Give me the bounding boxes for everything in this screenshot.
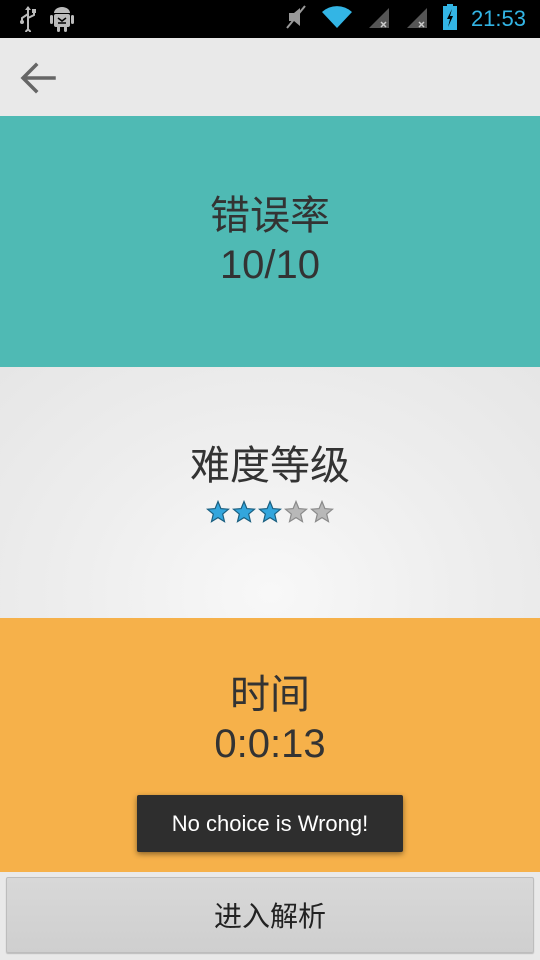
signal-icon	[367, 4, 391, 34]
status-bar: 21:53	[0, 0, 540, 38]
enter-analysis-button[interactable]: 进入解析	[6, 877, 534, 953]
action-bar	[0, 38, 540, 116]
bottom-bar: 进入解析	[0, 872, 540, 960]
error-rate-panel: 错误率 10/10	[0, 116, 540, 367]
back-button[interactable]	[16, 56, 60, 100]
difficulty-panel: 难度等级	[0, 367, 540, 618]
system-icons: 21:53	[285, 4, 526, 34]
error-rate-value: 10/10	[219, 242, 321, 287]
wifi-icon	[321, 4, 353, 34]
notification-icons	[18, 6, 74, 36]
difficulty-title: 难度等级	[190, 442, 350, 489]
star-empty-icon	[310, 499, 334, 523]
time-value: 0:0:13	[214, 722, 326, 766]
star-empty-icon	[284, 499, 308, 523]
android-debug-icon	[50, 6, 74, 36]
signal-icon-2	[405, 4, 429, 34]
star-filled-icon	[258, 499, 282, 523]
mute-icon	[285, 4, 307, 34]
toast-message: No choice is Wrong!	[137, 795, 403, 852]
back-arrow-icon	[20, 62, 56, 94]
difficulty-rating	[206, 499, 334, 524]
status-clock: 21:53	[470, 6, 526, 31]
time-title: 时间	[230, 672, 310, 718]
star-filled-icon	[232, 499, 256, 523]
battery-charging-icon	[442, 4, 457, 34]
usb-icon	[18, 6, 38, 36]
error-rate-title: 错误率	[210, 192, 330, 239]
star-filled-icon	[206, 499, 230, 523]
